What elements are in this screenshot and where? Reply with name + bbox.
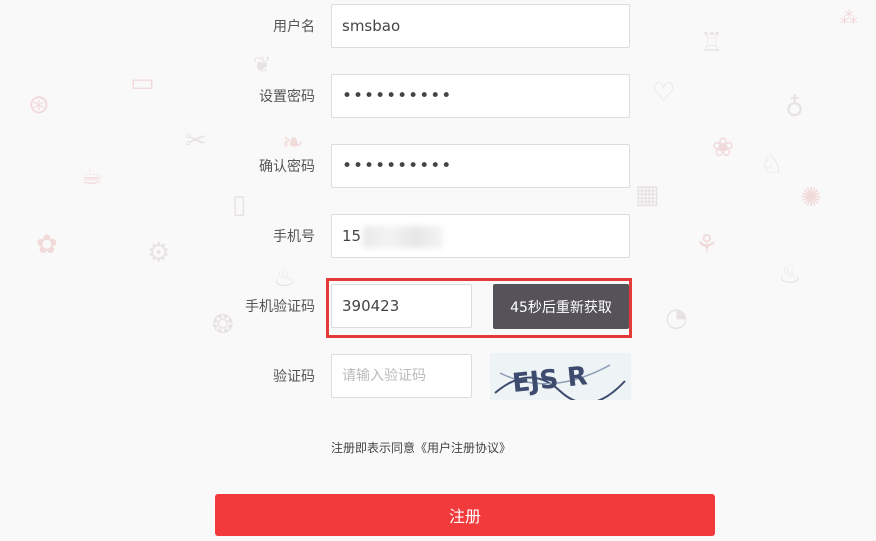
username-label: 用户名 xyxy=(273,19,315,35)
grid-icon: ▦ xyxy=(635,180,660,210)
phone-input[interactable]: 15 xyxy=(331,214,630,258)
agreement-text: 注册即表示同意《用户注册协议》 xyxy=(331,439,511,456)
sausage-icon: ⚘ xyxy=(695,230,719,260)
agreement-prefix: 注册即表示同意 xyxy=(331,441,416,455)
captcha-label: 验证码 xyxy=(273,369,315,385)
sms-code-input[interactable]: 390423 xyxy=(331,284,472,328)
shrimp-icon: ✿ xyxy=(36,230,58,260)
captcha-text: EJS R xyxy=(511,361,589,399)
register-button[interactable]: 注册 xyxy=(215,494,715,536)
captcha-image[interactable]: EJS R xyxy=(490,353,631,400)
candy-icon: ✺ xyxy=(800,183,822,213)
username-value: smsbao xyxy=(342,17,401,35)
donut-icon: ⊛ xyxy=(28,90,50,120)
shirt-icon: ♖ xyxy=(700,28,724,58)
heart-icon: ♡ xyxy=(652,78,676,108)
captcha-placeholder: 请输入验证码 xyxy=(342,368,426,384)
confirm-password-input[interactable]: •••••••••• xyxy=(331,144,630,188)
bottle-icon: ▯ xyxy=(232,190,247,220)
leaf-icon: ❧ xyxy=(282,128,304,158)
sms-code-label: 手机验证码 xyxy=(245,299,315,315)
pizza-icon: ◔ xyxy=(665,303,688,333)
chicken-icon: ♘ xyxy=(760,150,784,180)
password-label: 设置密码 xyxy=(259,89,315,105)
pot-icon: ♨ xyxy=(778,260,802,290)
pepper-icon: ♨ xyxy=(273,263,297,293)
utensils-icon: ✂ xyxy=(185,126,207,156)
captcha-graphic: EJS R xyxy=(494,361,626,400)
bread-icon: ▭ xyxy=(130,68,155,98)
confirm-password-label: 确认密码 xyxy=(259,159,315,175)
phone-blur xyxy=(363,225,444,248)
apple-icon: ♁ xyxy=(785,93,805,123)
phone-value: 15 xyxy=(342,227,362,245)
sms-code-value: 390423 xyxy=(342,297,400,315)
password-input[interactable]: •••••••••• xyxy=(331,74,630,118)
resend-sms-button[interactable]: 45秒后重新获取 xyxy=(493,284,629,329)
username-input[interactable]: smsbao xyxy=(331,4,630,48)
password-value: •••••••••• xyxy=(342,86,453,106)
cherry-icon: ❦ xyxy=(253,53,272,78)
cake-icon: ❀ xyxy=(712,133,734,163)
agreement-link[interactable]: 《用户注册协议》 xyxy=(415,441,511,455)
phone-label: 手机号 xyxy=(273,229,315,245)
dots-icon: ⁂ xyxy=(840,8,858,29)
captcha-input[interactable]: 请输入验证码 xyxy=(331,354,472,398)
gear-icon: ⚙ xyxy=(147,238,171,268)
confirm-password-value: •••••••••• xyxy=(342,156,453,176)
bowl-icon: ☕ xyxy=(80,161,104,191)
